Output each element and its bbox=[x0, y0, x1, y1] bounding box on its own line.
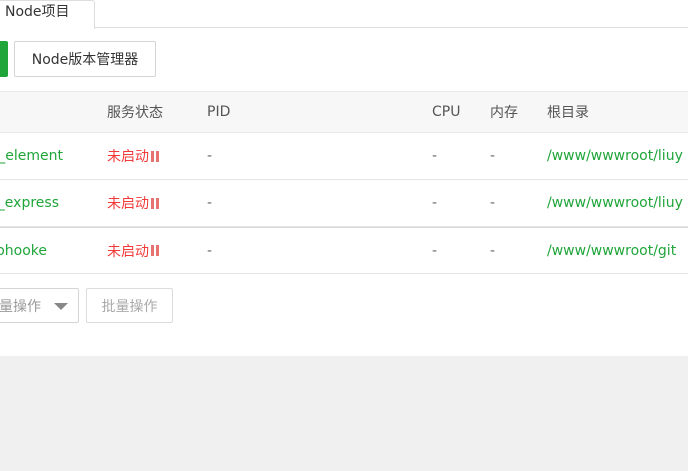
table-row: ohooke 未启动 - - - /www/wwwroot/git bbox=[0, 227, 688, 274]
project-name-label[interactable]: _express bbox=[0, 195, 59, 211]
chevron-down-icon bbox=[54, 303, 68, 310]
cpu-cell: - bbox=[432, 195, 438, 211]
add-project-button[interactable] bbox=[0, 41, 8, 77]
cpu-cell: - bbox=[432, 148, 438, 164]
tab-bar: Node项目 bbox=[0, 0, 688, 29]
table-row: _express 未启动 - - - /www/wwwroot/liuy bbox=[0, 180, 688, 227]
project-table: 服务状态 PID CPU 内存 根目录 _element 未启动 - - - /… bbox=[0, 91, 688, 274]
path-link[interactable]: /www/wwwroot/liuy bbox=[547, 133, 688, 179]
header-cpu[interactable]: CPU bbox=[432, 92, 482, 132]
main-panel: Node项目 Node版本管理器 服务状态 PID CPU 内存 根目录 _el… bbox=[0, 0, 688, 356]
header-mem[interactable]: 内存 bbox=[490, 92, 540, 132]
mem-cell: - bbox=[490, 148, 496, 164]
pause-icon[interactable] bbox=[151, 197, 160, 209]
project-name[interactable]: _express bbox=[0, 180, 100, 226]
header-status[interactable]: 服务状态 bbox=[107, 92, 197, 132]
pid-cell: - bbox=[207, 242, 213, 259]
pid-cell: - bbox=[207, 148, 213, 164]
table-row: _element 未启动 - - - /www/wwwroot/liuy bbox=[0, 133, 688, 180]
cpu-cell: - bbox=[432, 242, 438, 259]
status-text[interactable]: 未启动 bbox=[107, 146, 149, 166]
status-cell[interactable]: 未启动 bbox=[107, 180, 197, 226]
batch-action-button[interactable]: 批量操作 bbox=[86, 288, 173, 323]
status-text[interactable]: 未启动 bbox=[107, 193, 149, 213]
status-cell[interactable]: 未启动 bbox=[107, 133, 197, 179]
batch-action-select[interactable]: 量操作 bbox=[0, 288, 79, 323]
pid-cell: - bbox=[207, 195, 213, 211]
mem-cell: - bbox=[490, 195, 496, 211]
project-name[interactable]: _element bbox=[0, 133, 100, 179]
status-cell[interactable]: 未启动 bbox=[107, 228, 197, 273]
node-version-manager-button[interactable]: Node版本管理器 bbox=[14, 41, 156, 77]
pause-icon[interactable] bbox=[151, 150, 160, 162]
path-link[interactable]: /www/wwwroot/git bbox=[547, 228, 688, 273]
tab-node-projects[interactable]: Node项目 bbox=[0, 0, 95, 29]
table-header: 服务状态 PID CPU 内存 根目录 bbox=[0, 91, 688, 133]
header-pid: PID bbox=[207, 104, 231, 120]
status-text[interactable]: 未启动 bbox=[107, 241, 149, 261]
project-name-label[interactable]: ohooke bbox=[0, 243, 47, 259]
project-name-label[interactable]: _element bbox=[0, 148, 63, 164]
batch-select-label: 量操作 bbox=[0, 298, 41, 315]
mem-cell: - bbox=[490, 242, 496, 259]
project-name[interactable]: ohooke bbox=[0, 228, 100, 273]
path-link[interactable]: /www/wwwroot/liuy bbox=[547, 180, 688, 226]
header-path: 根目录 bbox=[547, 105, 589, 121]
pause-icon[interactable] bbox=[151, 245, 160, 256]
